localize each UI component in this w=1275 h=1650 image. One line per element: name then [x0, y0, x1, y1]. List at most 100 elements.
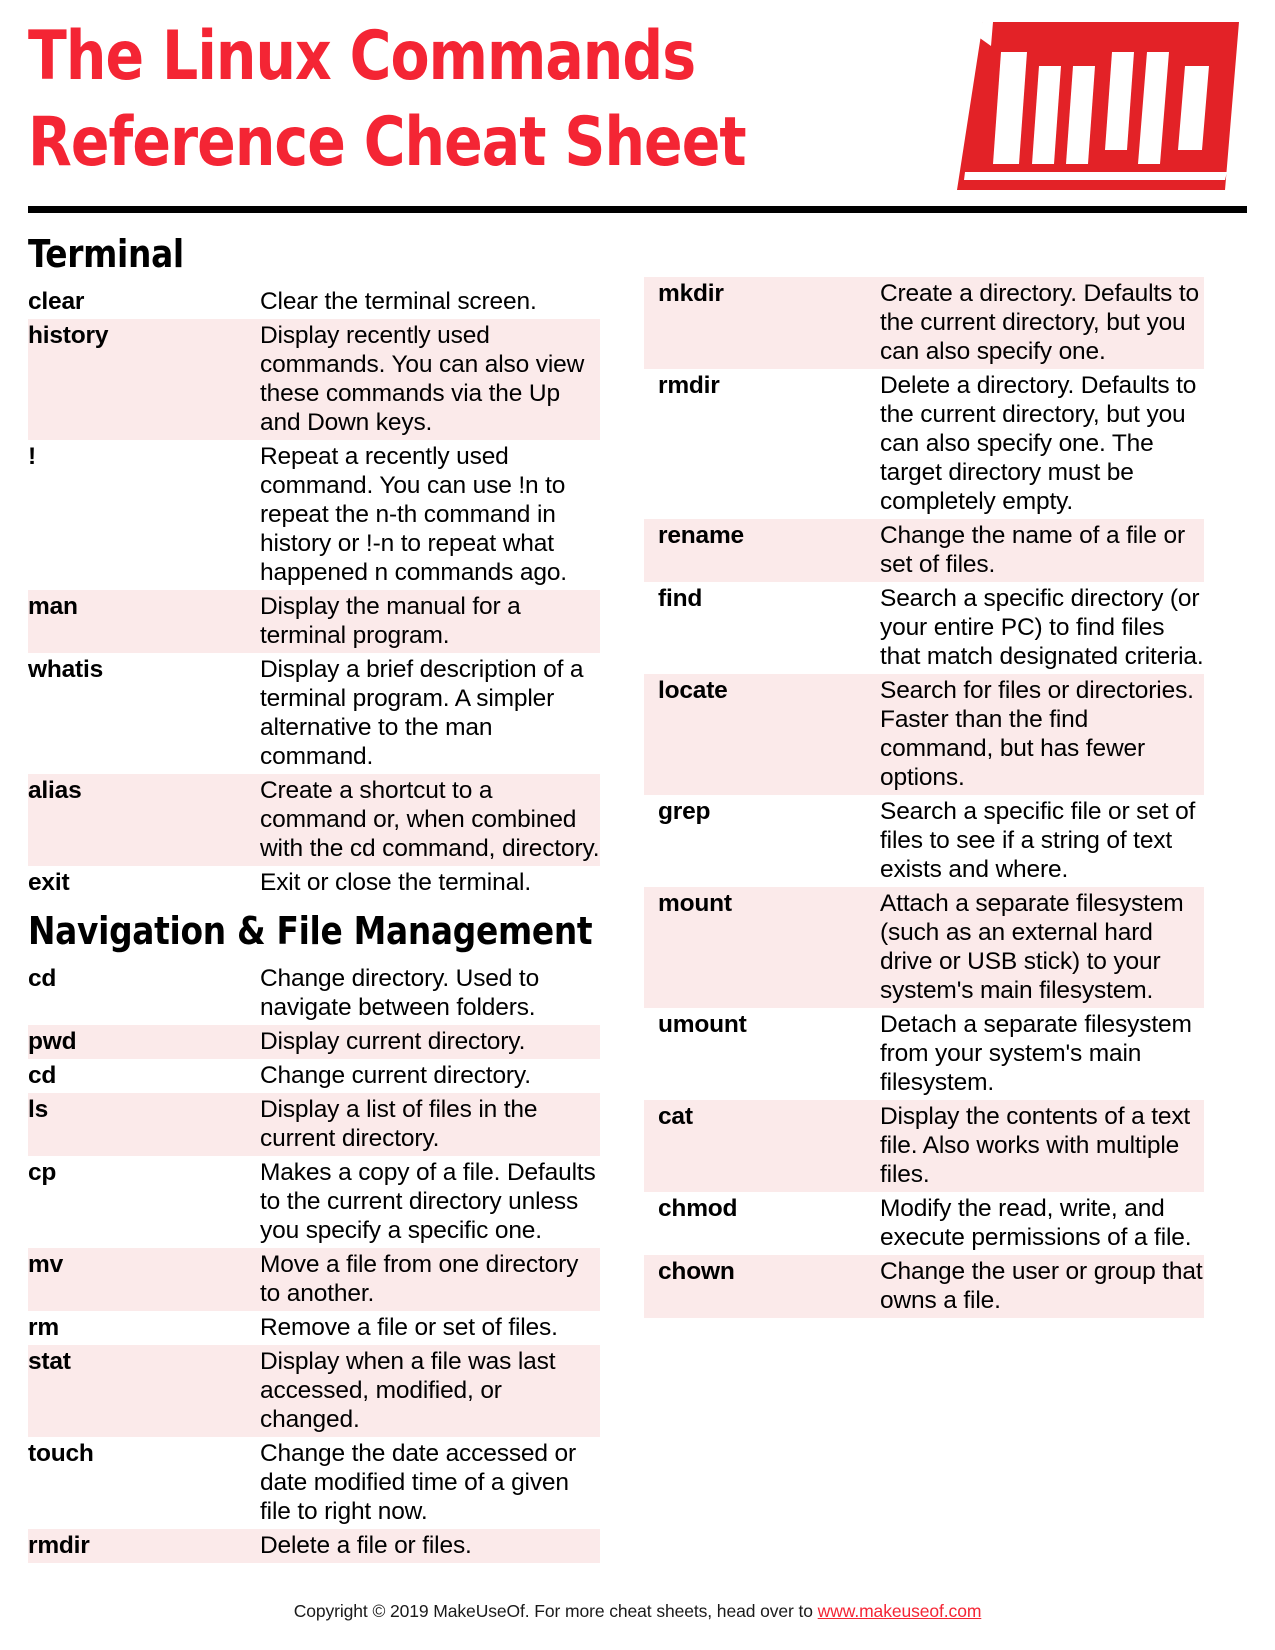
command-table-navigation: cd Change directory. Used to navigate be…	[28, 962, 600, 1563]
table-row: locate Search for files or directories. …	[644, 674, 1204, 795]
command-description: Search a specific file or set of files t…	[880, 795, 1204, 887]
table-row: cd Change directory. Used to navigate be…	[28, 962, 600, 1025]
section-title-terminal: Terminal	[28, 232, 184, 276]
table-row: chown Change the user or group that owns…	[644, 1255, 1204, 1318]
table-row: find Search a specific directory (or you…	[644, 582, 1204, 674]
command-description: Makes a copy of a file. Defaults to the …	[260, 1156, 600, 1248]
table-row: rmdir Delete a file or files.	[28, 1529, 600, 1563]
command-description: Display current directory.	[260, 1025, 600, 1059]
command-name: rename	[644, 519, 880, 582]
command-name: mount	[644, 887, 880, 1008]
command-name: ls	[28, 1093, 260, 1156]
table-row: cp Makes a copy of a file. Defaults to t…	[28, 1156, 600, 1248]
table-row: pwd Display current directory.	[28, 1025, 600, 1059]
command-name: locate	[644, 674, 880, 795]
table-row: alias Create a shortcut to a command or,…	[28, 774, 600, 866]
command-name: mkdir	[644, 277, 880, 369]
table-row: umount Detach a separate filesystem from…	[644, 1008, 1204, 1100]
command-description: Display the contents of a text file. Als…	[880, 1100, 1204, 1192]
command-name: chown	[644, 1255, 880, 1318]
table-row: mkdir Create a directory. Defaults to th…	[644, 277, 1204, 369]
command-name: alias	[28, 774, 260, 866]
command-description: Change current directory.	[260, 1059, 600, 1093]
command-description: Display a list of files in the current d…	[260, 1093, 600, 1156]
table-row: cd Change current directory.	[28, 1059, 600, 1093]
command-name: man	[28, 590, 260, 653]
command-name: rmdir	[28, 1529, 260, 1563]
table-row: touch Change the date accessed or date m…	[28, 1437, 600, 1529]
table-row: exit Exit or close the terminal.	[28, 866, 600, 900]
header-divider	[28, 206, 1247, 213]
command-description: Search a specific directory (or your ent…	[880, 582, 1204, 674]
section-title-navigation: Navigation & File Management	[28, 909, 593, 953]
command-description: Clear the terminal screen.	[260, 285, 600, 319]
makeuseof-link[interactable]: www.makeuseof.com	[818, 1601, 982, 1621]
command-name: history	[28, 319, 260, 440]
muo-logo	[957, 22, 1239, 190]
command-description: Move a file from one directory to anothe…	[260, 1248, 600, 1311]
command-table-continued: mkdir Create a directory. Defaults to th…	[644, 277, 1204, 1318]
command-name: touch	[28, 1437, 260, 1529]
page-title: The Linux Commands Reference Cheat Sheet	[28, 14, 888, 186]
left-column: Terminal clear Clear the terminal screen…	[28, 223, 616, 1563]
command-name: grep	[644, 795, 880, 887]
command-name: exit	[28, 866, 260, 900]
command-name: mv	[28, 1248, 260, 1311]
command-name: pwd	[28, 1025, 260, 1059]
command-name: clear	[28, 285, 260, 319]
command-description: Display a brief description of a termina…	[260, 653, 600, 774]
command-description: Change the user or group that owns a fil…	[880, 1255, 1204, 1318]
command-name: cp	[28, 1156, 260, 1248]
command-table-terminal: clear Clear the terminal screen. history…	[28, 285, 600, 900]
table-row: stat Display when a file was last access…	[28, 1345, 600, 1437]
command-name: cat	[644, 1100, 880, 1192]
command-description: Search for files or directories. Faster …	[880, 674, 1204, 795]
command-description: Detach a separate filesystem from your s…	[880, 1008, 1204, 1100]
table-row: grep Search a specific file or set of fi…	[644, 795, 1204, 887]
cheat-sheet-page: The Linux Commands Reference Cheat Sheet	[0, 0, 1275, 1650]
table-row: rmdir Delete a directory. Defaults to th…	[644, 369, 1204, 519]
command-name: chmod	[644, 1192, 880, 1255]
page-title-line-2: Reference Cheat Sheet	[28, 103, 747, 182]
page-footer: Copyright © 2019 MakeUseOf. For more che…	[0, 1600, 1275, 1622]
command-name: !	[28, 440, 260, 590]
table-row: history Display recently used commands. …	[28, 319, 600, 440]
page-header: The Linux Commands Reference Cheat Sheet	[28, 0, 1247, 200]
command-description: Attach a separate filesystem (such as an…	[880, 887, 1204, 1008]
table-row: whatis Display a brief description of a …	[28, 653, 600, 774]
command-description: Create a shortcut to a command or, when …	[260, 774, 600, 866]
table-row: mount Attach a separate filesystem (such…	[644, 887, 1204, 1008]
command-description: Change directory. Used to navigate betwe…	[260, 962, 600, 1025]
table-row: ! Repeat a recently used command. You ca…	[28, 440, 600, 590]
command-description: Delete a file or files.	[260, 1529, 600, 1563]
table-row: ls Display a list of files in the curren…	[28, 1093, 600, 1156]
table-row: chmod Modify the read, write, and execut…	[644, 1192, 1204, 1255]
command-description: Modify the read, write, and execute perm…	[880, 1192, 1204, 1255]
command-name: whatis	[28, 653, 260, 774]
table-row: rm Remove a file or set of files.	[28, 1311, 600, 1345]
page-title-line-1: The Linux Commands	[28, 17, 696, 96]
command-description: Exit or close the terminal.	[260, 866, 600, 900]
table-row: rename Change the name of a file or set …	[644, 519, 1204, 582]
command-description: Repeat a recently used command. You can …	[260, 440, 600, 590]
command-description: Delete a directory. Defaults to the curr…	[880, 369, 1204, 519]
command-name: umount	[644, 1008, 880, 1100]
command-name: rm	[28, 1311, 260, 1345]
command-description: Change the name of a file or set of file…	[880, 519, 1204, 582]
command-name: cd	[28, 962, 260, 1025]
table-row: mv Move a file from one directory to ano…	[28, 1248, 600, 1311]
command-description: Display recently used commands. You can …	[260, 319, 600, 440]
right-column: mkdir Create a directory. Defaults to th…	[616, 223, 1204, 1563]
command-name: rmdir	[644, 369, 880, 519]
command-name: stat	[28, 1345, 260, 1437]
table-row: clear Clear the terminal screen.	[28, 285, 600, 319]
table-row: man Display the manual for a terminal pr…	[28, 590, 600, 653]
command-description: Create a directory. Defaults to the curr…	[880, 277, 1204, 369]
footer-copyright-text: Copyright © 2019 MakeUseOf. For more che…	[293, 1601, 818, 1621]
command-description: Display the manual for a terminal progra…	[260, 590, 600, 653]
command-description: Remove a file or set of files.	[260, 1311, 600, 1345]
command-description: Display when a file was last accessed, m…	[260, 1345, 600, 1437]
command-name: find	[644, 582, 880, 674]
table-row: cat Display the contents of a text file.…	[644, 1100, 1204, 1192]
content-columns: Terminal clear Clear the terminal screen…	[28, 223, 1247, 1563]
